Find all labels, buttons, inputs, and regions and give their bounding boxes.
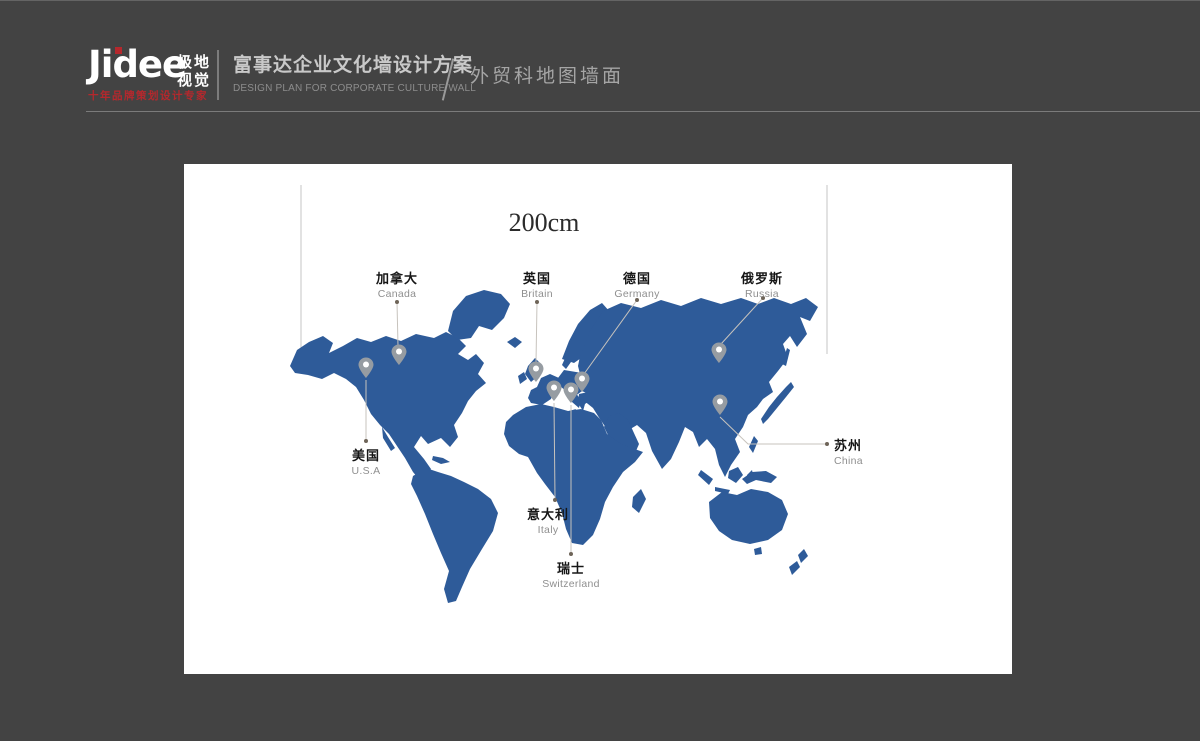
project-title-en: DESIGN PLAN FOR CORPORATE CULTURE WALL [233, 83, 476, 94]
map-label-britain: 英国 Britain [521, 268, 553, 300]
logo-dot-icon [115, 47, 122, 54]
header-vertical-divider [217, 50, 219, 100]
brand-tagline: 十年品牌策划设计专家 [88, 88, 208, 103]
presentation-page: Jidee 极地 视觉 十年品牌策划设计专家 富事达企业文化墙设计方案 DESI… [0, 0, 1200, 741]
brand-logo: Jidee [88, 43, 186, 86]
map-label-suzhou: 苏州 China [834, 435, 863, 467]
map-label-italy: 意大利 Italy [527, 504, 569, 536]
map-label-switzerland: 瑞士 Switzerland [542, 558, 600, 590]
world-map [184, 164, 1012, 674]
dimension-label: 200cm [509, 208, 580, 238]
map-label-usa: 美国 U.S.A [352, 445, 381, 477]
map-label-canada: 加拿大 Canada [376, 268, 418, 300]
page-title: 外贸科地图墙面 [470, 61, 624, 88]
map-label-russia: 俄罗斯 Russia [741, 268, 783, 300]
design-canvas: 200cm 加拿大 Canada 英国 Britain 德国 Germany 俄… [184, 164, 1012, 674]
brand-name-cn-line1: 极地 [177, 54, 211, 72]
project-title: 富事达企业文化墙设计方案 [233, 50, 473, 77]
header-rule [86, 111, 1200, 112]
brand-name-cn: 极地 视觉 [177, 54, 211, 90]
map-label-germany: 德国 Germany [614, 268, 659, 300]
